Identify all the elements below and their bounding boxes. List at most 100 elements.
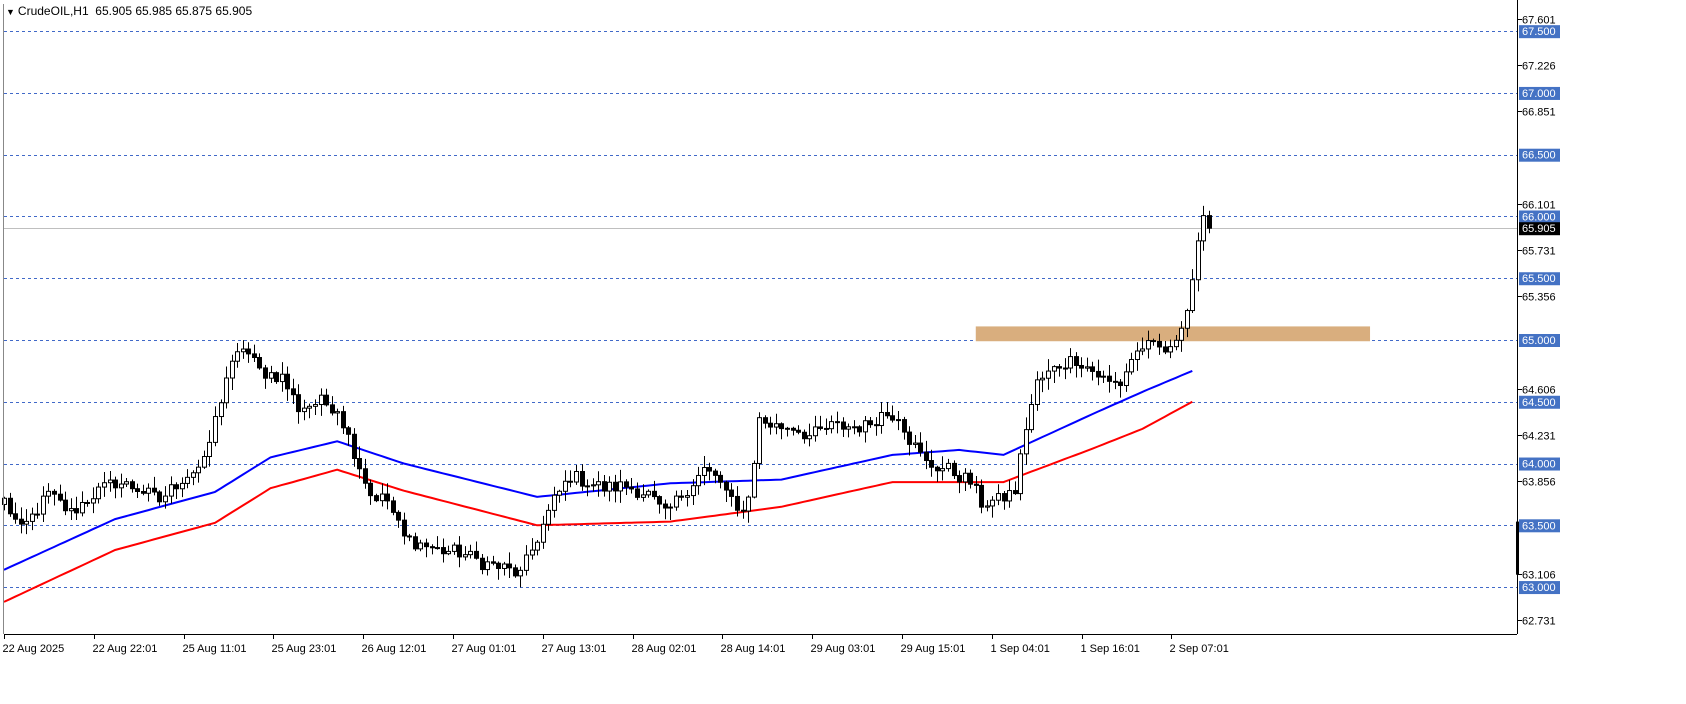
price-chart[interactable]: 67.601 67.226 66.851 66.101 65.731 65.356 64.6… <box>0 0 1686 704</box>
candle <box>496 561 501 580</box>
candle <box>63 491 68 516</box>
candle <box>169 476 174 504</box>
candle-body <box>940 468 945 472</box>
candle-body <box>485 561 490 571</box>
candle <box>207 430 212 467</box>
candle-body <box>108 479 113 484</box>
candle-body <box>24 520 29 525</box>
price-axis: 67.601 67.226 66.851 66.101 65.731 65.356 64.6… <box>1517 15 1556 628</box>
candle-body <box>69 508 74 512</box>
candle <box>1168 339 1173 359</box>
candle <box>885 401 890 419</box>
candle-body <box>1107 375 1112 382</box>
candle-body <box>1079 364 1084 369</box>
current-price-label: 65.905 <box>1522 223 1556 235</box>
candle <box>591 478 596 492</box>
candle-body <box>274 372 279 383</box>
candle <box>757 412 762 469</box>
candle-body <box>1157 340 1162 348</box>
candle-body <box>30 513 35 522</box>
candle <box>746 495 751 523</box>
candle <box>41 486 46 522</box>
level-label: 67.500 <box>1522 26 1556 38</box>
candle-body <box>591 484 596 487</box>
candle-body <box>257 357 262 369</box>
price-tick-label: 67.601 <box>1522 15 1556 27</box>
candle <box>1046 359 1051 390</box>
candle-body <box>685 495 690 498</box>
candle-body <box>319 394 324 406</box>
candle <box>835 411 840 434</box>
candle <box>613 474 618 503</box>
candle <box>130 479 135 493</box>
candle-body <box>102 482 107 488</box>
candle <box>241 340 246 359</box>
candle <box>646 489 651 498</box>
candle-body <box>241 348 246 353</box>
candle <box>1113 371 1118 390</box>
candle-body <box>791 427 796 431</box>
candle-body <box>124 481 129 485</box>
candle-body <box>296 394 301 413</box>
candle-body <box>119 483 124 489</box>
candle <box>913 435 918 449</box>
candle-body <box>396 511 401 521</box>
candle <box>518 566 523 588</box>
candle <box>530 538 535 560</box>
candle <box>385 483 390 510</box>
candle <box>202 450 207 469</box>
time-tick-label: 28 Aug 02:01 <box>632 643 697 655</box>
candle <box>1090 361 1095 381</box>
candle <box>635 482 640 501</box>
candle-body <box>902 419 907 433</box>
candle-body <box>652 490 657 498</box>
candle-body <box>1057 366 1062 369</box>
candle-body <box>557 490 562 496</box>
candle-body <box>324 394 329 406</box>
level-label: 63.000 <box>1522 582 1556 594</box>
candle <box>13 502 18 524</box>
candle-body <box>402 519 407 537</box>
candle-body <box>974 483 979 486</box>
time-tick-label: 26 Aug 12:01 <box>362 643 427 655</box>
candle-body <box>535 541 540 551</box>
candle <box>535 539 540 556</box>
candle <box>607 476 612 502</box>
candle-body <box>990 499 995 507</box>
candle-body <box>530 549 535 556</box>
candles <box>2 205 1212 588</box>
candle <box>574 464 579 485</box>
candle-body <box>702 467 707 476</box>
level-label: 66.500 <box>1522 150 1556 162</box>
candle-body <box>368 482 373 497</box>
candle-body <box>952 462 957 477</box>
price-tick-label: 65.356 <box>1522 292 1556 304</box>
candle <box>629 477 634 494</box>
candle <box>940 456 945 481</box>
candle-body <box>63 499 68 512</box>
candle-body <box>979 484 984 508</box>
candle-body <box>996 493 1001 501</box>
candle <box>1029 394 1034 433</box>
candle-body <box>441 547 446 555</box>
candle-body <box>657 496 662 505</box>
candle-body <box>1207 215 1212 229</box>
price-tick-label: 66.101 <box>1522 200 1556 212</box>
candle <box>618 469 623 503</box>
candle <box>463 546 468 561</box>
candle-body <box>813 426 818 437</box>
candle-body <box>724 481 729 491</box>
candle <box>796 425 801 435</box>
candle <box>1035 371 1040 411</box>
candle-body <box>224 377 229 404</box>
candle-body <box>185 476 190 484</box>
candle <box>46 483 51 504</box>
candle <box>430 544 435 555</box>
candle <box>724 480 729 502</box>
candle-body <box>541 523 546 543</box>
candle <box>935 465 940 482</box>
candle-body <box>618 481 623 492</box>
candle <box>791 426 796 436</box>
candle <box>924 440 929 470</box>
candle <box>679 490 684 501</box>
